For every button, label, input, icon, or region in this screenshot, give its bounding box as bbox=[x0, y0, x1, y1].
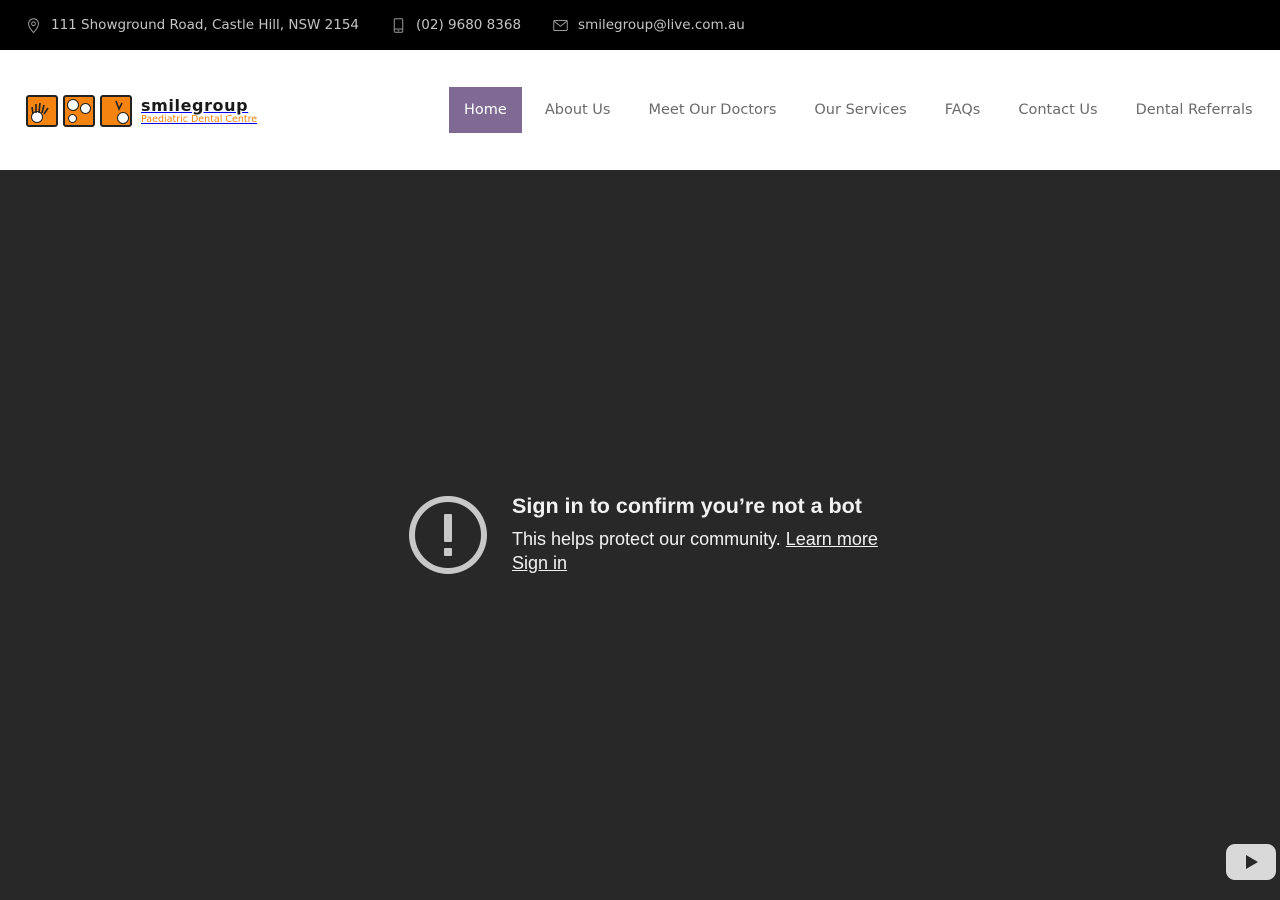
nav-contact-us[interactable]: Contact Us bbox=[1003, 87, 1112, 133]
nav-meet-our-doctors[interactable]: Meet Our Doctors bbox=[633, 87, 791, 133]
logo-tile-2 bbox=[63, 95, 95, 127]
logo-subtitle: Paediatric Dental Centre bbox=[141, 113, 258, 125]
envelope-icon bbox=[551, 16, 569, 34]
logo-tile-3 bbox=[100, 95, 132, 127]
logo-title: smilegroup bbox=[141, 95, 249, 115]
notice-title: Sign in to confirm you’re not a bot bbox=[512, 494, 862, 518]
email-link[interactable]: smilegroup@live.com.au bbox=[578, 17, 745, 33]
top-contact-bar: 111 Showground Road, Castle Hill, NSW 21… bbox=[0, 0, 1280, 50]
logo-text: smilegroup Paediatric Dental Centre bbox=[141, 97, 257, 126]
map-pin-icon bbox=[24, 16, 42, 34]
notice-message: This helps protect our community. Learn … bbox=[512, 527, 878, 551]
youtube-play-button[interactable] bbox=[1226, 844, 1276, 880]
site-logo[interactable]: smilegroup Paediatric Dental Centre bbox=[26, 94, 257, 128]
learn-more-link[interactable]: Learn more bbox=[786, 529, 878, 549]
bot-check-notice: Sign in to confirm you’re not a bot This… bbox=[408, 494, 878, 575]
youtube-play-icon bbox=[1246, 855, 1258, 869]
notice-body: Sign in to confirm you’re not a bot This… bbox=[512, 494, 878, 575]
logo-tile-1 bbox=[26, 95, 58, 127]
site-header: smilegroup Paediatric Dental Centre Home… bbox=[0, 50, 1280, 170]
contact-phone[interactable]: (02) 9680 8368 bbox=[389, 16, 521, 34]
notice-message-text: This helps protect our community. bbox=[512, 529, 786, 549]
nav-about-us[interactable]: About Us bbox=[530, 87, 626, 133]
nav-dental-referrals[interactable]: Dental Referrals bbox=[1121, 87, 1268, 133]
contact-address: 111 Showground Road, Castle Hill, NSW 21… bbox=[24, 16, 359, 34]
mobile-phone-icon bbox=[389, 16, 407, 34]
nav-our-services[interactable]: Our Services bbox=[799, 87, 921, 133]
phone-link[interactable]: (02) 9680 8368 bbox=[416, 17, 521, 33]
nav-home[interactable]: Home bbox=[449, 87, 522, 133]
sign-in-link[interactable]: Sign in bbox=[512, 551, 567, 575]
contact-email[interactable]: smilegroup@live.com.au bbox=[551, 16, 745, 34]
main-nav: Home About Us Meet Our Doctors Our Servi… bbox=[449, 87, 1276, 133]
embedded-video-player[interactable]: Sign in to confirm you’re not a bot This… bbox=[0, 170, 1280, 900]
address-text: 111 Showground Road, Castle Hill, NSW 21… bbox=[51, 17, 360, 33]
exclamation-circle-icon bbox=[409, 496, 487, 574]
nav-faqs[interactable]: FAQs bbox=[930, 87, 996, 133]
